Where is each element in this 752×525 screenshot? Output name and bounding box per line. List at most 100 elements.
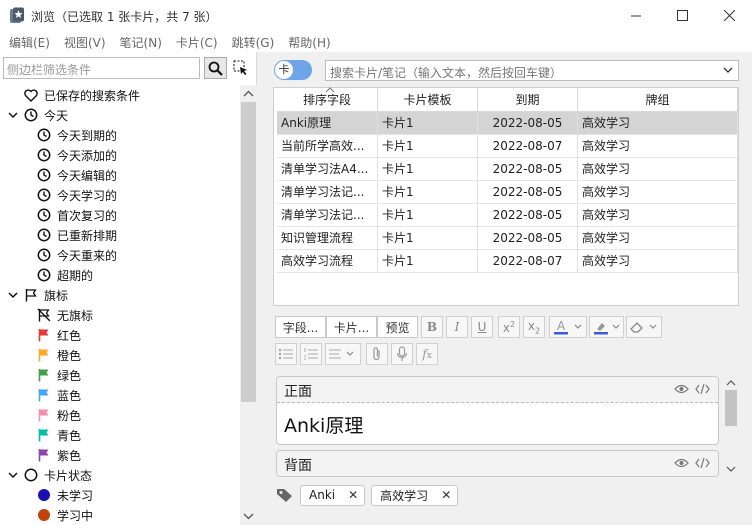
column-header-card-template[interactable]: 卡片模板 xyxy=(378,88,478,112)
table-row[interactable]: 清单学习法记... 卡片1 2022-08-05 高效学习 xyxy=(277,204,738,227)
highlight-color-button[interactable] xyxy=(589,316,624,338)
sidebar-select-tool-button[interactable] xyxy=(230,57,252,79)
sidebar-item[interactable]: 橙色 xyxy=(0,345,240,365)
sidebar-item[interactable]: 今天编辑的 xyxy=(0,165,240,185)
superscript-button[interactable]: x2 xyxy=(498,316,520,338)
editor-scroll-thumb[interactable] xyxy=(725,390,737,426)
table-row[interactable]: 清单学习法记... 卡片1 2022-08-05 高效学习 xyxy=(277,181,738,204)
record-audio-button[interactable] xyxy=(391,343,413,365)
menu-notes[interactable]: 笔记(N) xyxy=(113,31,169,52)
sidebar-item-label: 蓝色 xyxy=(57,388,82,403)
field-back-header: 背面 xyxy=(277,451,718,476)
align-button[interactable] xyxy=(325,343,361,365)
text-color-button[interactable]: A xyxy=(549,316,587,338)
table-row[interactable]: 高效学习流程 卡片1 2022-08-07 高效学习 xyxy=(277,250,738,273)
flag-icon xyxy=(36,427,52,443)
cards-notes-toggle[interactable]: 卡 xyxy=(274,60,312,80)
chevron-down-icon[interactable] xyxy=(6,288,20,302)
sidebar-item-label: 今天重来的 xyxy=(57,248,118,263)
paperclip-icon xyxy=(373,347,380,361)
menu-cards[interactable]: 卡片(C) xyxy=(169,31,225,52)
sidebar-item[interactable]: 今天 xyxy=(0,105,240,125)
sidebar-item[interactable]: 今天添加的 xyxy=(0,145,240,165)
tag-remove-icon[interactable]: ✕ xyxy=(441,488,451,502)
cell-card-template: 卡片1 xyxy=(378,227,478,250)
cell-sort-field: 清单学习法记... xyxy=(277,181,378,204)
table-row[interactable]: Anki原理 卡片1 2022-08-05 高效学习 xyxy=(277,112,738,135)
sidebar-item-label: 卡片状态 xyxy=(44,468,93,483)
menu-view[interactable]: 视图(V) xyxy=(57,31,113,52)
table-row[interactable]: 清单学习法A4... 卡片1 2022-08-05 高效学习 xyxy=(277,158,738,181)
subscript-button[interactable]: x2 xyxy=(523,316,545,338)
close-button[interactable] xyxy=(706,0,752,31)
sidebar-item[interactable]: 首次复习的 xyxy=(0,205,240,225)
sidebar-item[interactable]: 卡片状态 xyxy=(0,465,240,485)
field-back[interactable]: 背面 xyxy=(276,450,719,477)
sidebar-item[interactable]: 红色 xyxy=(0,325,240,345)
editor-scrollbar[interactable] xyxy=(723,376,739,476)
preview-button[interactable]: 预览 xyxy=(377,316,418,338)
cell-due: 2022-08-05 xyxy=(478,181,578,204)
sidebar-item[interactable]: 绿色 xyxy=(0,365,240,385)
sidebar-scroll-thumb[interactable] xyxy=(241,102,256,402)
clock-icon xyxy=(36,247,52,263)
eye-icon[interactable] xyxy=(674,383,689,395)
numbered-list-icon xyxy=(304,348,318,360)
tag-chip[interactable]: 高效学习 ✕ xyxy=(371,484,459,506)
html-code-icon[interactable] xyxy=(695,383,710,395)
sidebar-item[interactable]: 已保存的搜索条件 xyxy=(0,85,240,105)
clear-format-button[interactable] xyxy=(626,316,662,338)
sidebar-item[interactable]: 超期的 xyxy=(0,265,240,285)
menu-go[interactable]: 跳转(G) xyxy=(225,31,282,52)
sidebar-search-button[interactable] xyxy=(204,57,227,79)
math-button[interactable]: fx xyxy=(416,343,438,365)
eye-icon[interactable] xyxy=(674,457,689,469)
html-code-icon[interactable] xyxy=(695,457,710,469)
underline-button[interactable]: U xyxy=(471,316,493,338)
sidebar-item[interactable]: 紫色 xyxy=(0,445,240,465)
chevron-down-icon[interactable] xyxy=(6,468,20,482)
sidebar-item[interactable]: 无旗标 xyxy=(0,305,240,325)
sidebar-item-label: 已保存的搜索条件 xyxy=(44,88,141,103)
field-front-content[interactable]: Anki原理 xyxy=(277,403,718,438)
sidebar-item[interactable]: 今天重来的 xyxy=(0,245,240,265)
minimize-button[interactable] xyxy=(613,0,659,31)
field-front[interactable]: 正面 Anki原理 xyxy=(276,376,719,445)
field-front-label: 正面 xyxy=(284,384,312,400)
attach-button[interactable] xyxy=(366,343,388,365)
sidebar-item[interactable]: 今天学习的 xyxy=(0,185,240,205)
tag-remove-icon[interactable]: ✕ xyxy=(348,488,358,502)
table-row[interactable]: 当前所学高效... 卡片1 2022-08-07 高效学习 xyxy=(277,135,738,158)
sidebar-item[interactable]: 学习中 xyxy=(0,505,240,525)
sidebar-item-label: 今天编辑的 xyxy=(57,168,118,183)
sidebar-item[interactable]: 粉色 xyxy=(0,405,240,425)
flag-icon xyxy=(36,367,52,383)
tag-chip[interactable]: Anki ✕ xyxy=(300,484,366,506)
ordered-list-button[interactable] xyxy=(300,343,322,365)
bold-button[interactable]: B xyxy=(421,316,443,338)
column-header-due[interactable]: 到期 xyxy=(478,88,578,112)
chevron-down-icon[interactable] xyxy=(6,108,20,122)
table-row[interactable]: 知识管理流程 卡片1 2022-08-05 高效学习 xyxy=(277,227,738,250)
sidebar-item-label: 未学习 xyxy=(57,488,94,503)
sidebar-scrollbar[interactable] xyxy=(240,85,257,525)
maximize-button[interactable] xyxy=(659,0,705,31)
sidebar-item[interactable]: 未学习 xyxy=(0,485,240,505)
main-search-input[interactable]: 搜索卡片/笔记（输入文本，然后按回车键） xyxy=(325,60,739,81)
sidebar-item[interactable]: 蓝色 xyxy=(0,385,240,405)
flag-outline-icon xyxy=(23,287,39,303)
sidebar-item[interactable]: 青色 xyxy=(0,425,240,445)
menu-help[interactable]: 帮助(H) xyxy=(281,31,337,52)
italic-button[interactable]: I xyxy=(446,316,468,338)
sidebar-item[interactable]: 旗标 xyxy=(0,285,240,305)
menu-edit[interactable]: 编辑(E) xyxy=(2,31,57,52)
unordered-list-button[interactable] xyxy=(275,343,297,365)
maximize-icon xyxy=(676,10,688,21)
sidebar-item[interactable]: 今天到期的 xyxy=(0,125,240,145)
tag-editor: Anki ✕ 高效学习 ✕ xyxy=(276,484,464,506)
fields-button[interactable]: 字段... xyxy=(275,316,326,338)
cards-button[interactable]: 卡片... xyxy=(326,316,377,338)
sidebar-item[interactable]: 已重新排期 xyxy=(0,225,240,245)
column-header-deck[interactable]: 牌组 xyxy=(578,88,738,112)
sidebar-search-input[interactable]: 侧边栏筛选条件 xyxy=(3,57,200,79)
